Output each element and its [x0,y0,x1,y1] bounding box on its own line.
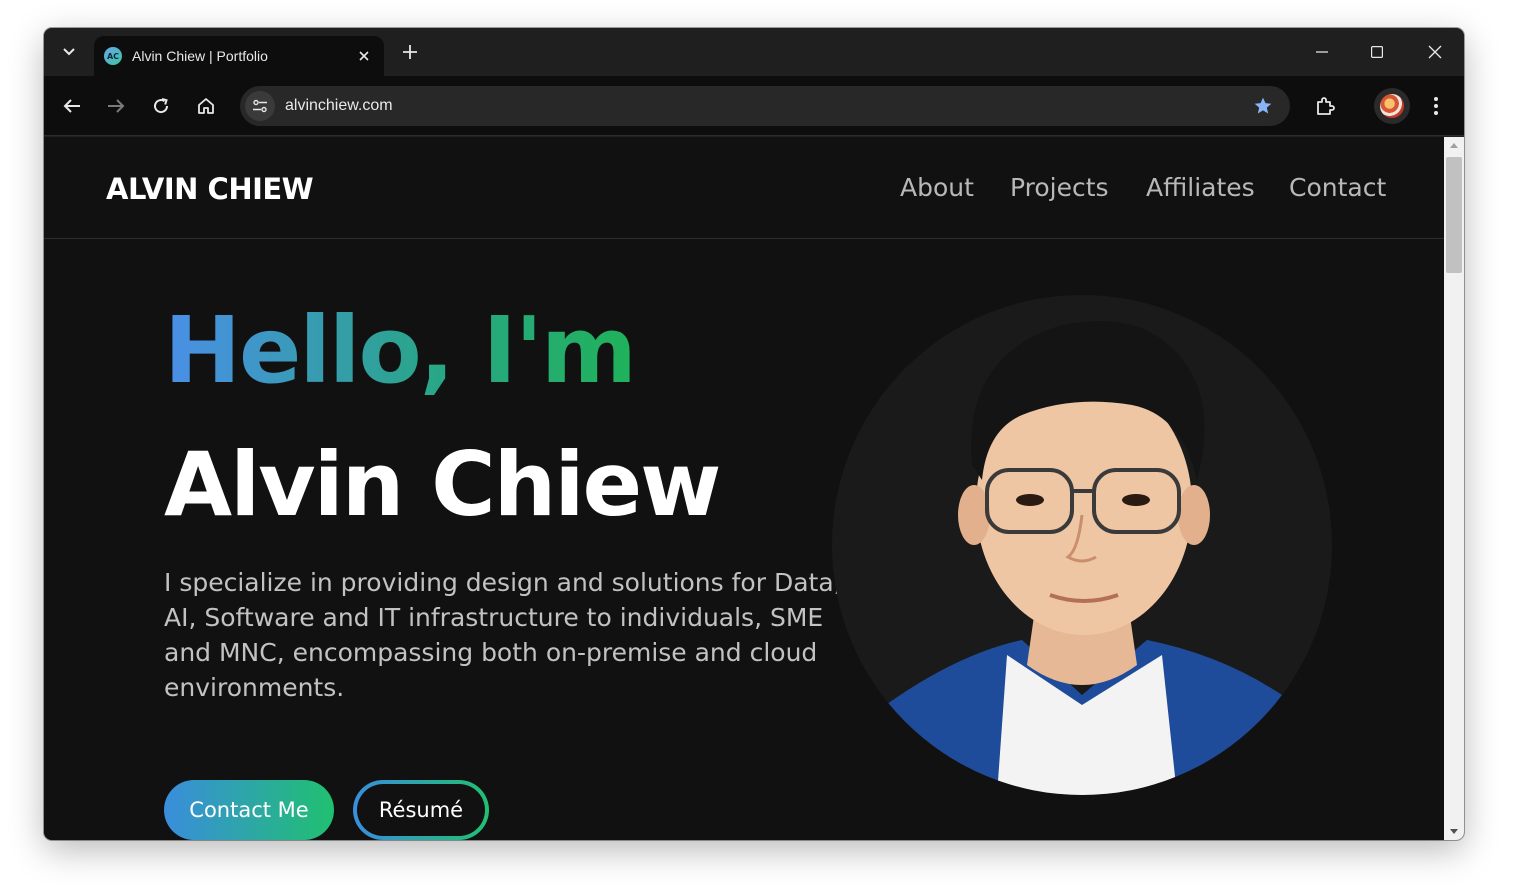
browser-toolbar: alvinchiew.com [44,76,1464,136]
active-tab[interactable]: AC Alvin Chiew | Portfolio [94,36,384,76]
tab-search-icon[interactable] [56,39,82,65]
profile-avatar[interactable] [1374,88,1410,124]
reload-icon[interactable] [147,92,175,120]
hero-description: I specialize in providing design and sol… [164,568,842,702]
scroll-down-arrow-icon[interactable] [1450,829,1458,834]
site-info-icon[interactable] [245,91,275,121]
favicon: AC [104,47,122,65]
address-bar[interactable]: alvinchiew.com [240,86,1290,126]
resume-button[interactable]: Résumé [353,780,489,840]
star-icon[interactable] [1248,91,1278,121]
browser-window: AC Alvin Chiew | Portfolio alvinchiew.co… [44,28,1464,840]
resume-button-label: Résumé [357,784,485,836]
nav-link-contact[interactable]: Contact [1289,173,1386,202]
profile-photo [832,295,1332,795]
nav-link-about[interactable]: About [900,173,974,202]
hero-name: Alvin Chiew [164,433,721,536]
close-icon[interactable] [354,46,374,66]
avatar [1380,94,1404,118]
more-menu-icon[interactable] [1422,92,1450,120]
nav-link-affiliates[interactable]: Affiliates [1146,173,1255,202]
plus-icon[interactable] [398,40,422,64]
maximize-icon[interactable] [1365,40,1389,64]
tab-title: Alvin Chiew | Portfolio [132,48,268,64]
site-header: ALVIN CHIEW About Projects Affiliates Co… [44,137,1444,239]
tab-strip: AC Alvin Chiew | Portfolio [44,28,1464,76]
extensions-icon[interactable] [1311,92,1339,120]
minimize-icon[interactable] [1310,40,1334,64]
vertical-scrollbar[interactable] [1444,137,1464,840]
forward-arrow-icon[interactable] [102,92,130,120]
page-viewport: ALVIN CHIEW About Projects Affiliates Co… [44,137,1444,840]
hero-greeting: Hello, I'm [164,297,637,404]
window-close-icon[interactable] [1423,40,1447,64]
back-arrow-icon[interactable] [58,92,86,120]
profile-photo-illustration [872,321,1282,795]
site-brand[interactable]: ALVIN CHIEW [106,172,314,206]
scroll-up-arrow-icon[interactable] [1450,143,1458,148]
nav-link-projects[interactable]: Projects [1010,173,1109,202]
scroll-thumb[interactable] [1446,157,1462,273]
url-text[interactable]: alvinchiew.com [285,97,1248,115]
contact-me-button[interactable]: Contact Me [164,780,334,840]
home-icon[interactable] [192,92,220,120]
